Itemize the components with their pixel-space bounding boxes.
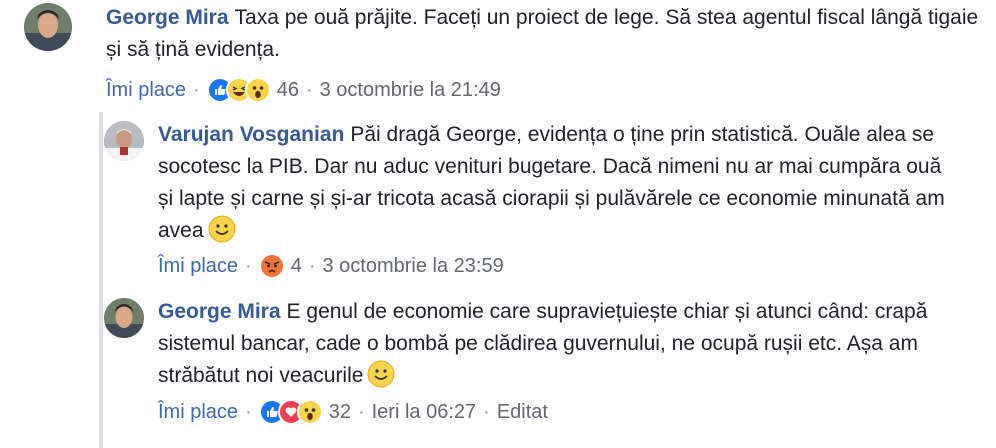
author-name[interactable]: Varujan Vosganian bbox=[158, 123, 344, 146]
like-button[interactable]: Îmi place bbox=[158, 252, 238, 280]
angry-reaction-icon bbox=[258, 253, 285, 279]
timestamp[interactable]: Ieri la 06:27 bbox=[372, 398, 477, 426]
reactions[interactable] bbox=[258, 399, 323, 425]
comment-meta: Îmi place · 32 · Ieri la 06:27 · Editat bbox=[158, 398, 548, 426]
author-name[interactable]: George Mira bbox=[106, 6, 229, 29]
reactions[interactable] bbox=[206, 77, 271, 103]
avatar[interactable] bbox=[104, 298, 144, 338]
smile-emoji-icon bbox=[208, 215, 236, 243]
avatar[interactable] bbox=[104, 121, 144, 161]
edited-label[interactable]: Editat bbox=[497, 398, 548, 426]
reaction-count[interactable]: 4 bbox=[291, 252, 302, 280]
wow-reaction-icon bbox=[244, 77, 271, 103]
comment-meta: Îmi place · 4 · 3 octombrie la 23:59 bbox=[158, 252, 504, 280]
timestamp[interactable]: 3 octombrie la 21:49 bbox=[320, 76, 501, 104]
like-button[interactable]: Îmi place bbox=[106, 76, 186, 104]
reply-thread-line bbox=[99, 112, 103, 448]
reaction-count[interactable]: 32 bbox=[329, 398, 351, 426]
smile-emoji-icon bbox=[367, 360, 395, 388]
avatar[interactable] bbox=[24, 3, 72, 51]
author-name[interactable]: George Mira bbox=[158, 300, 281, 323]
comment-meta: Îmi place · 46 · 3 octombrie la 21:49 bbox=[106, 76, 501, 104]
wow-reaction-icon bbox=[296, 399, 323, 425]
like-button[interactable]: Îmi place bbox=[158, 398, 238, 426]
comment-text: Taxa pe ouă prăjite. Faceți un proiect d… bbox=[106, 6, 979, 61]
reaction-count[interactable]: 46 bbox=[277, 76, 299, 104]
reactions[interactable] bbox=[258, 253, 285, 279]
timestamp[interactable]: 3 octombrie la 23:59 bbox=[323, 252, 504, 280]
